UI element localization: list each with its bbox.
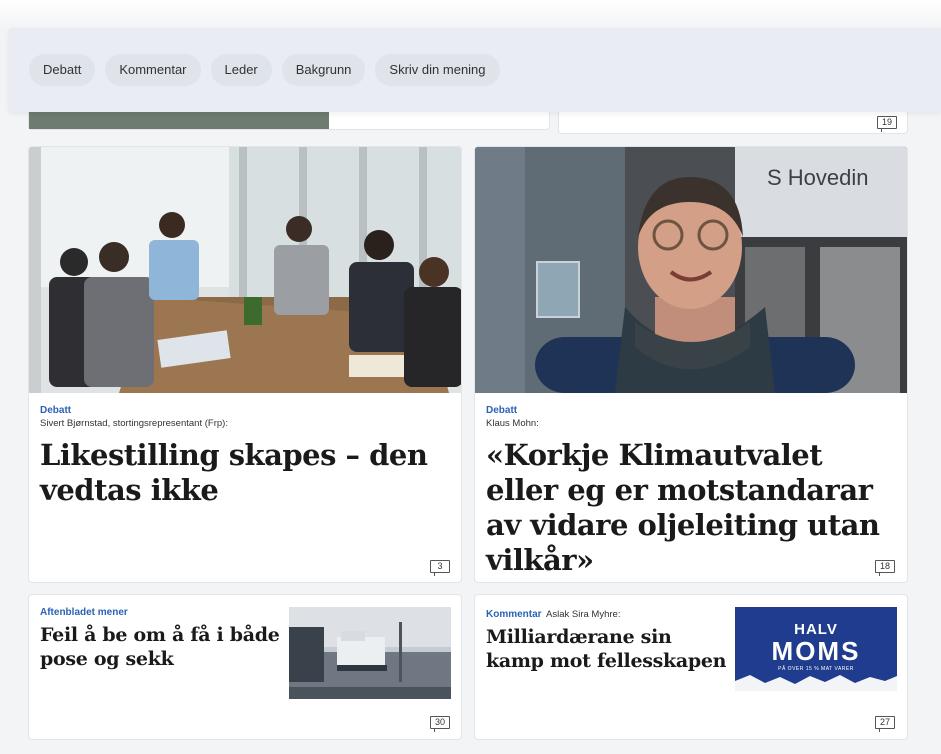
article-card-korkje-klimautvalet[interactable]: S Hovedin Debatt Klaus Mohn: «Korkje Kli…	[474, 146, 908, 583]
previous-card-image	[29, 112, 329, 129]
article-section[interactable]: Aftenbladet mener	[40, 606, 280, 619]
comment-count-icon[interactable]: 30	[430, 716, 450, 732]
article-byline: Aslak Sira Myhre:	[546, 609, 621, 620]
nav-pill-skriv-din-mening[interactable]: Skriv din mening	[375, 54, 500, 86]
nav-pill-bakgrunn[interactable]: Bakgrunn	[281, 54, 366, 86]
previous-card-right[interactable]: 19	[558, 112, 908, 134]
article-section[interactable]: Debatt	[486, 404, 901, 417]
article-byline: Klaus Mohn:	[486, 418, 539, 429]
article-card-milliardaerane[interactable]: Kommentar Aslak Sira Myhre: Milliardæran…	[474, 594, 908, 740]
nav-pill-kommentar[interactable]: Kommentar	[105, 54, 201, 86]
top-fade	[0, 0, 941, 28]
article-card-likestilling[interactable]: Debatt Sivert Bjørnstad, stortingsrepres…	[28, 146, 462, 583]
previous-card-left[interactable]	[28, 112, 550, 130]
article-byline: Sivert Bjørnstad, stortingsrepresentant …	[40, 418, 228, 429]
article-section[interactable]: Debatt	[40, 404, 450, 417]
comment-count-icon[interactable]: 27	[875, 716, 895, 732]
image-text-main: MOMS	[771, 636, 861, 666]
article-headline[interactable]: Milliardærane sin kamp mot fellesskapen	[486, 625, 731, 673]
article-image-ferry	[289, 607, 451, 699]
article-image-portrait: S Hovedin	[475, 147, 907, 393]
article-headline[interactable]: Likestilling skapes – den vedtas ikke	[40, 438, 450, 508]
comment-count-icon: 19	[877, 116, 897, 132]
article-card-feil-a-be-om[interactable]: Aftenbladet mener Feil å be om å få i bå…	[28, 594, 462, 740]
article-section[interactable]: Kommentar	[486, 609, 542, 620]
comment-count-icon[interactable]: 3	[430, 560, 450, 576]
nav-pill-leder[interactable]: Leder	[210, 54, 272, 86]
comment-count-icon[interactable]: 18	[875, 560, 895, 576]
nav-pill-debatt[interactable]: Debatt	[29, 54, 96, 86]
article-image-meeting	[29, 147, 461, 393]
article-image-halv-moms: HALV MOMS PÅ OVER 15 % MAT VARER	[735, 607, 897, 691]
article-headline[interactable]: Feil å be om å få i både pose og sekk	[40, 623, 280, 671]
building-sign: S Hovedin	[767, 165, 869, 190]
category-nav: Debatt Kommentar Leder Bakgrunn Skriv di…	[8, 28, 941, 112]
article-headline[interactable]: «Korkje Klimautvalet eller eg er motstan…	[486, 438, 901, 578]
